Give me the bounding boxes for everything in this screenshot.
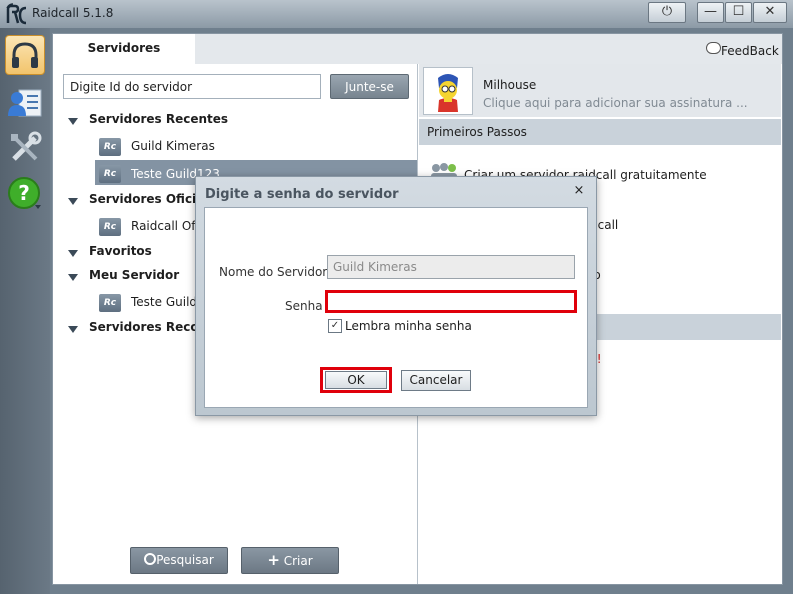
window-title: Raidcall 5.1.8 [32,6,114,20]
remember-password-label[interactable]: Lembra minha senha [345,319,472,333]
tools-nav-button[interactable] [5,128,45,168]
tree-header-my-server[interactable]: Meu Servidor [89,268,179,282]
profile-name: Milhouse [483,78,537,92]
server-icon: Rc [99,294,121,312]
tree-item[interactable]: Guild Kimeras [131,139,215,153]
tab-servers[interactable]: Servidores [53,34,195,65]
avatar-image [438,74,458,112]
search-button-label: Pesquisar [156,553,214,567]
feedback-link[interactable]: FeedBack [706,42,779,58]
headphones-icon [12,42,38,68]
minimize-button[interactable]: — [697,2,724,23]
expand-arrow-icon[interactable] [68,250,78,257]
contacts-nav-button[interactable] [5,82,45,122]
help-icon: ? [8,177,41,209]
expand-arrow-icon[interactable] [68,118,78,125]
server-name-field: Guild Kimeras [327,255,575,279]
expand-arrow-icon[interactable] [68,274,78,281]
first-steps-header: Primeiros Passos [419,119,781,145]
expand-arrow-icon[interactable] [68,198,78,205]
server-icon: Rc [99,165,121,183]
join-button[interactable]: Junte-se [330,74,409,99]
dialog-title: Digite a senha do servidor [205,187,399,202]
magnifier-icon [144,553,157,565]
maximize-button[interactable]: ☐ [725,2,752,23]
create-button-label: Criar [283,554,313,568]
app-logo-icon [6,3,28,25]
password-input[interactable] [325,290,577,313]
ok-button[interactable]: OK [325,371,387,389]
tree-header-favorites[interactable]: Favoritos [89,244,152,258]
profile-signature[interactable]: Clique aqui para adicionar sua assinatur… [483,96,748,110]
create-button[interactable]: + Criar [241,547,339,574]
search-button[interactable]: Pesquisar [130,547,228,574]
remember-password-checkbox[interactable]: ✓ [328,319,342,333]
tools-icon [11,131,42,161]
password-label: Senha [285,299,323,313]
svg-text:?: ? [18,181,30,205]
contacts-icon [8,89,42,117]
close-window-button[interactable]: ✕ [753,2,787,23]
plus-icon: + [267,551,280,569]
dialog-close-icon[interactable]: × [572,183,586,198]
headphones-nav-button[interactable] [5,35,45,75]
tree-header-recent[interactable]: Servidores Recentes [89,112,228,126]
expand-arrow-icon[interactable] [68,326,78,333]
tree-item[interactable]: Teste Guild1 [131,295,205,309]
server-id-input[interactable] [63,74,321,99]
server-icon: Rc [99,218,121,236]
feedback-label: FeedBack [721,44,779,58]
server-icon: Rc [99,138,121,156]
tree-item[interactable]: Raidcall Offi [131,219,203,233]
avatar[interactable] [423,67,473,115]
server-name-label: Nome do Servidor: [219,265,332,279]
cancel-button[interactable]: Cancelar [401,370,471,391]
speech-bubble-icon [706,42,721,54]
power-button[interactable]: ⏻ [648,2,686,23]
help-nav-button[interactable]: ? [5,174,45,214]
